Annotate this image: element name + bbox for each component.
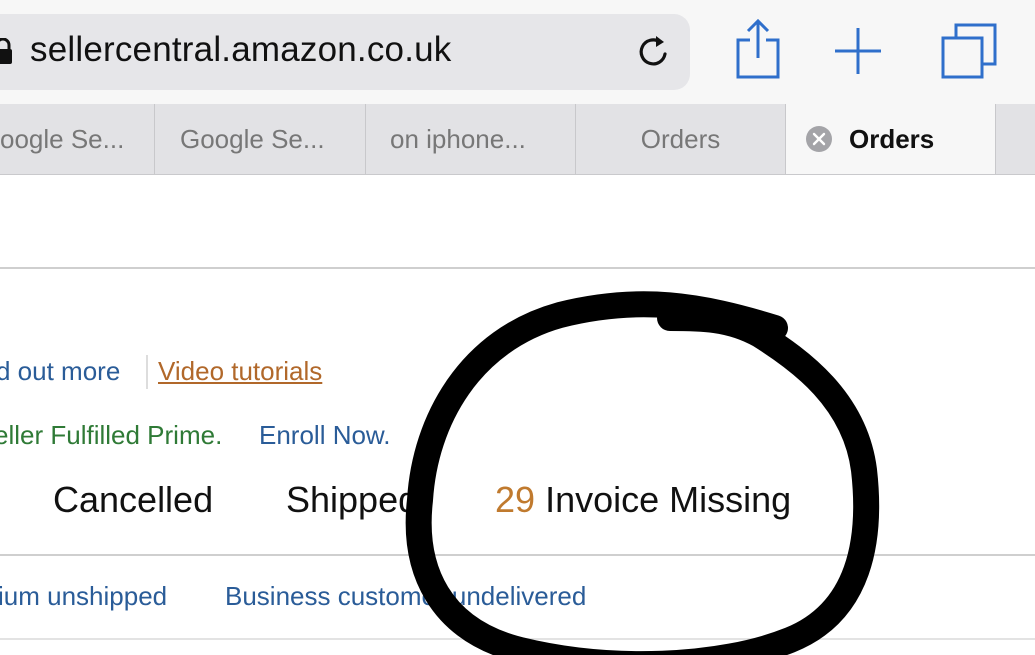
browser-toolbar: sellercentral.amazon.co.uk bbox=[0, 0, 1035, 104]
order-status-tab-shipped[interactable]: Shipped bbox=[286, 479, 418, 521]
filter-premium-unshipped-link[interactable]: ium unshipped bbox=[0, 581, 167, 612]
tab-strip-overflow bbox=[996, 104, 1035, 174]
browser-tab-active[interactable]: Orders bbox=[786, 104, 996, 174]
enroll-now-link[interactable]: Enroll Now. bbox=[259, 420, 391, 451]
lock-icon bbox=[0, 38, 12, 64]
browser-tab[interactable]: Google Se... bbox=[155, 104, 366, 174]
seller-fulfilled-prime-text: eller Fulfilled Prime. bbox=[0, 420, 223, 450]
share-icon[interactable] bbox=[733, 18, 783, 80]
divider bbox=[0, 267, 1035, 269]
divider bbox=[0, 554, 1035, 556]
browser-tab[interactable]: oogle Se... bbox=[0, 104, 155, 174]
tabs-overview-icon[interactable] bbox=[940, 22, 998, 80]
find-out-more-link[interactable]: d out more bbox=[0, 356, 120, 387]
video-tutorials-link[interactable]: Video tutorials bbox=[158, 356, 322, 387]
invoice-missing-label: Invoice Missing bbox=[545, 479, 792, 520]
address-bar-url[interactable]: sellercentral.amazon.co.uk bbox=[30, 30, 452, 70]
plus-icon[interactable] bbox=[833, 26, 883, 76]
reload-icon[interactable] bbox=[634, 32, 674, 72]
order-status-tab-cancelled[interactable]: Cancelled bbox=[53, 479, 213, 521]
order-status-tab-invoice-missing[interactable]: 29 Invoice Missing bbox=[495, 479, 791, 521]
browser-tab[interactable]: Orders bbox=[576, 104, 786, 174]
divider bbox=[0, 638, 1035, 640]
close-icon[interactable] bbox=[806, 126, 832, 152]
filter-business-undelivered-link[interactable]: Business customer undelivered bbox=[225, 581, 586, 612]
tab-strip: oogle Se... Google Se... on iphone... Or… bbox=[0, 104, 1035, 175]
screenshot: sellercentral.amazon.co.uk oogle Se... G… bbox=[0, 0, 1035, 655]
browser-tab[interactable]: on iphone... bbox=[366, 104, 576, 174]
invoice-missing-count: 29 bbox=[495, 479, 536, 520]
browser-tab-label: Orders bbox=[849, 124, 935, 154]
link-separator bbox=[146, 355, 148, 389]
